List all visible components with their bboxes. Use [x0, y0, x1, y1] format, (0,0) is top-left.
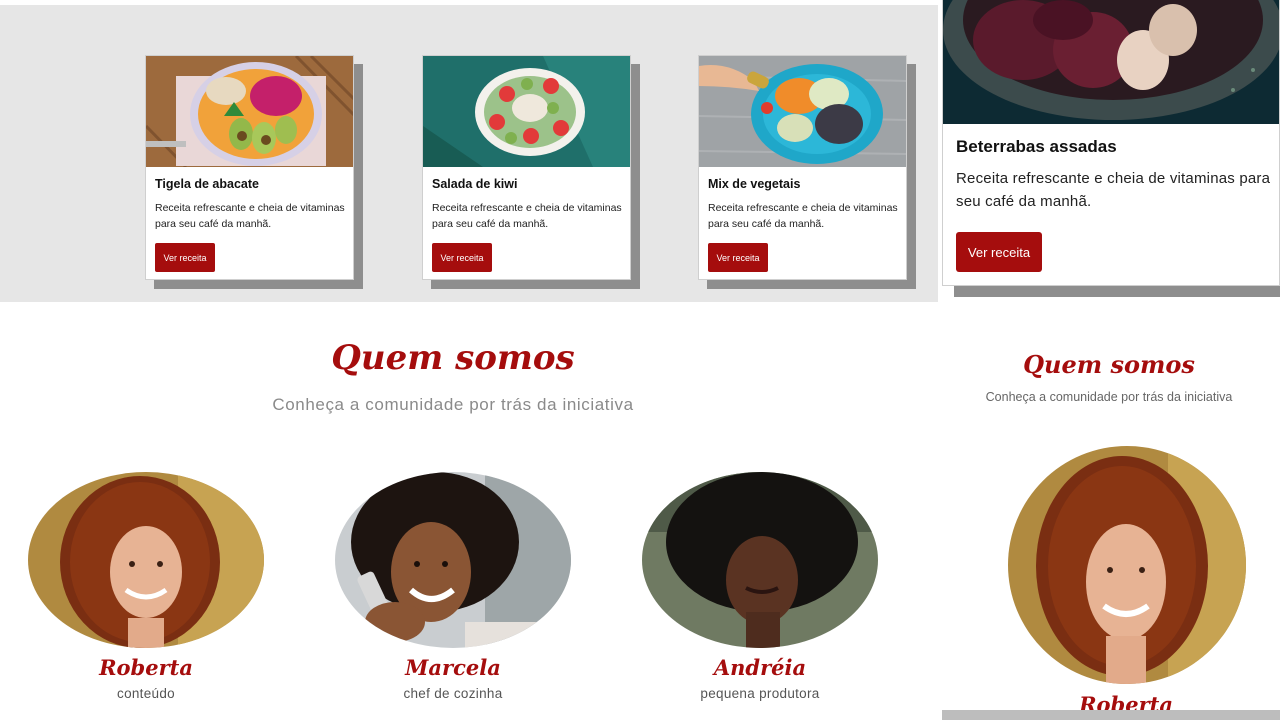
recipe-title: Tigela de abacate	[155, 177, 259, 191]
avatar	[642, 472, 878, 648]
member-role: chef de cozinha	[403, 686, 503, 701]
avatar	[28, 472, 264, 648]
recipes-section: Tigela de abacate Receita refrescante e …	[0, 0, 938, 302]
about-title: Quem somos	[331, 338, 575, 378]
member-name: Andréia	[713, 655, 807, 680]
avatar	[335, 472, 571, 648]
about-section: Quem somos Conheça a comunidade por trás…	[0, 302, 938, 720]
recipe-card: Tigela de abacate Receita refrescante e …	[145, 55, 354, 280]
member-name: Roberta	[99, 655, 193, 680]
about-title: Quem somos	[1023, 350, 1195, 379]
team-member: Marcela chef de cozinha	[335, 472, 571, 720]
recipe-description: Receita refrescante e cheia de vitaminas…	[155, 202, 345, 230]
about-subtitle: Conheça a comunidade por trás da iniciat…	[272, 395, 634, 414]
recipe-description: Receita refrescante e cheia de vitaminas…	[708, 202, 898, 230]
team-member: Andréia pequena produtora	[642, 472, 878, 720]
recipe-description: Receita refrescante e cheia de vitaminas…	[956, 170, 1271, 210]
view-recipe-button[interactable]: Ver receita	[956, 232, 1042, 272]
view-recipe-button[interactable]: Ver receita	[155, 243, 215, 272]
avocado-bowl-image	[146, 56, 353, 167]
avatar	[1008, 446, 1246, 684]
view-recipe-button[interactable]: Ver receita	[708, 243, 768, 272]
member-role: pequena produtora	[700, 686, 820, 701]
recipe-description: Receita refrescante e cheia de vitaminas…	[432, 202, 622, 230]
vegetable-mix-image	[699, 56, 906, 167]
kiwi-salad-image	[423, 56, 630, 167]
recipe-title: Mix de vegetais	[708, 177, 801, 191]
recipe-card-mobile: Beterrabas assadas Receita refrescante e…	[942, 0, 1280, 286]
recipe-card: Salada de kiwi Receita refrescante e che…	[422, 55, 631, 280]
view-recipe-button[interactable]: Ver receita	[432, 243, 492, 272]
roasted-beets-image	[943, 0, 1279, 124]
about-subtitle: Conheça a comunidade por trás da iniciat…	[985, 390, 1233, 404]
scroll-indicator	[942, 710, 1280, 720]
member-role: conteúdo	[117, 686, 175, 701]
member-name: Marcela	[405, 655, 501, 680]
team-member: Roberta conteúdo	[28, 472, 264, 720]
recipe-title: Salada de kiwi	[432, 177, 518, 191]
recipe-title: Beterrabas assadas	[956, 137, 1117, 156]
mobile-preview: Beterrabas assadas Receita refrescante e…	[938, 0, 1280, 720]
recipe-card: Mix de vegetais Receita refrescante e ch…	[698, 55, 907, 280]
card-shadow	[954, 286, 1280, 297]
